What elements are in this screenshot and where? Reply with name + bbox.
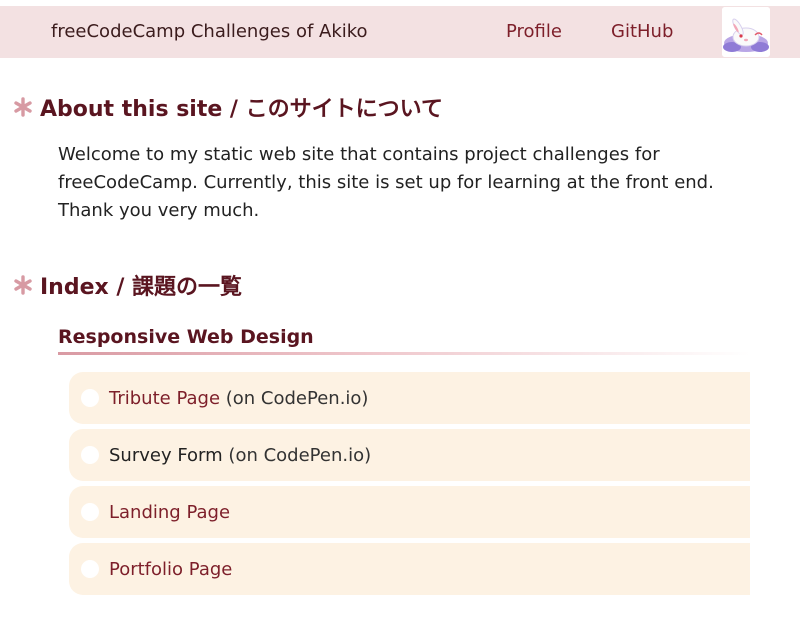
category-underline bbox=[58, 352, 750, 355]
portfolio-page-link[interactable]: Portfolio Page bbox=[109, 559, 232, 580]
list-item: Survey Form (on CodePen.io) bbox=[69, 429, 750, 481]
circle-bullet-icon bbox=[81, 389, 99, 407]
nav-profile-link[interactable]: Profile bbox=[506, 6, 562, 58]
site-title[interactable]: freeCodeCamp Challenges of Akiko bbox=[51, 6, 368, 58]
circle-bullet-icon bbox=[81, 560, 99, 578]
item-note: (on CodePen.io) bbox=[225, 387, 369, 409]
landing-page-link[interactable]: Landing Page bbox=[109, 502, 230, 523]
circle-bullet-icon bbox=[81, 503, 99, 521]
nav-github-link[interactable]: GitHub bbox=[611, 6, 673, 58]
index-heading-text: Index / 課題の一覧 bbox=[40, 275, 243, 300]
rabbit-avatar-icon bbox=[722, 7, 770, 57]
tribute-page-link[interactable]: Tribute Page bbox=[109, 388, 220, 409]
asterisk-icon bbox=[14, 97, 32, 117]
avatar[interactable] bbox=[722, 7, 770, 57]
survey-form-label: Survey Form bbox=[109, 444, 223, 466]
about-section-heading: About this site / このサイトについて bbox=[12, 92, 443, 122]
list-item: Portfolio Page bbox=[69, 543, 750, 595]
category-heading-text: Responsive Web Design bbox=[58, 326, 314, 348]
category-heading: Responsive Web Design bbox=[58, 324, 750, 355]
index-section-heading: Index / 課題の一覧 bbox=[12, 270, 242, 300]
item-note: (on CodePen.io) bbox=[228, 444, 372, 466]
asterisk-icon bbox=[14, 275, 32, 295]
circle-bullet-icon bbox=[81, 446, 99, 464]
list-item: Landing Page bbox=[69, 486, 750, 538]
top-nav-bar: freeCodeCamp Challenges of Akiko Profile… bbox=[0, 6, 800, 58]
about-heading-text: About this site / このサイトについて bbox=[40, 97, 443, 122]
list-item: Tribute Page (on CodePen.io) bbox=[69, 372, 750, 424]
challenge-list: Tribute Page (on CodePen.io) Survey Form… bbox=[69, 372, 750, 600]
about-description: Welcome to my static web site that conta… bbox=[58, 144, 714, 221]
